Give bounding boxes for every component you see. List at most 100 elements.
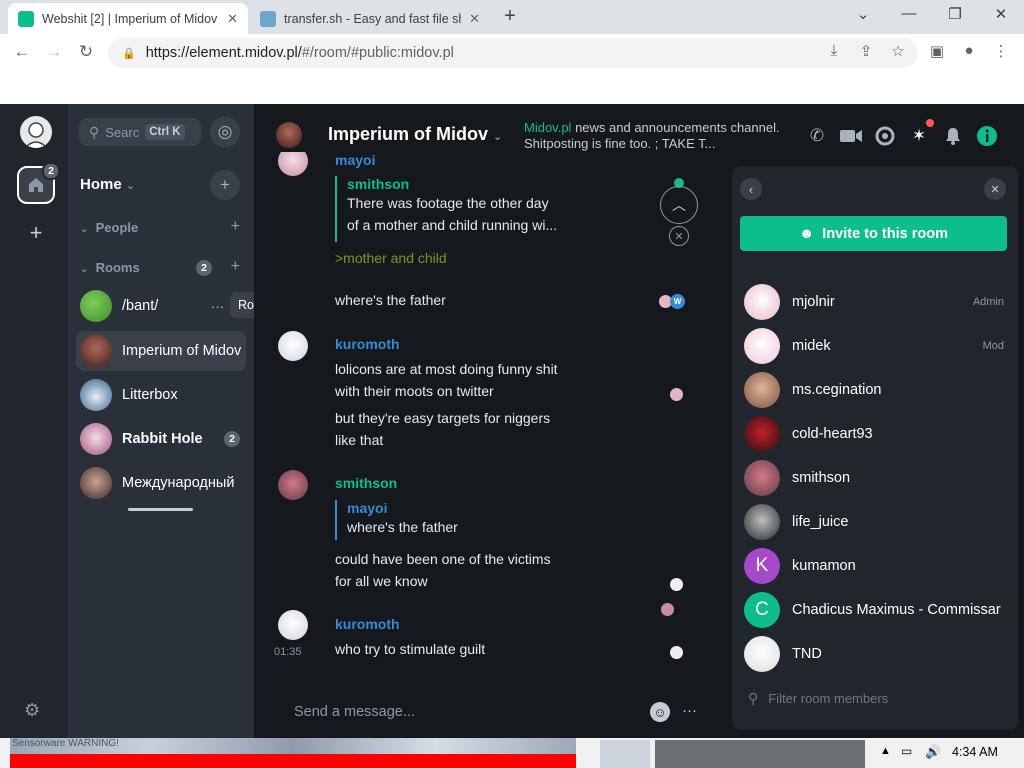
sender-avatar[interactable] xyxy=(278,152,308,176)
sender-avatar[interactable] xyxy=(278,331,308,361)
topic-link[interactable]: Midov.pl xyxy=(524,120,571,135)
threads-icon[interactable]: ✶ xyxy=(907,124,931,148)
sender-name[interactable]: kuromoth xyxy=(335,336,400,352)
install-icon[interactable]: ⤓ xyxy=(823,42,845,59)
member-name: life_juice xyxy=(792,514,849,530)
member-item[interactable]: cold-heart93 xyxy=(744,414,1008,454)
member-list-panel: ‹ ✕ ☻ Invite to this room mjolnir Admin mi… xyxy=(732,166,1018,730)
reload-icon[interactable]: ↻ xyxy=(75,42,97,62)
read-receipt[interactable]: W xyxy=(670,294,685,309)
message-text: where's the father xyxy=(335,292,446,308)
jump-to-first-unread-button[interactable]: ︿ xyxy=(660,186,698,224)
rooms-section[interactable]: ⌄ Rooms xyxy=(80,260,140,275)
read-receipt[interactable] xyxy=(670,388,683,401)
member-item[interactable]: life_juice xyxy=(744,502,1008,542)
add-button[interactable]: + xyxy=(210,170,240,200)
resize-handle[interactable] xyxy=(128,508,193,511)
read-receipt[interactable] xyxy=(670,578,683,591)
member-item[interactable]: midek Mod xyxy=(744,326,1008,366)
tab-search-icon[interactable]: ⌄ xyxy=(852,5,874,23)
search-room-icon[interactable] xyxy=(873,124,897,148)
room-search[interactable]: ⚲ Searc Ctrl K xyxy=(79,118,201,146)
taskbar-browser-app[interactable] xyxy=(655,740,865,768)
sender-name[interactable]: mayoi xyxy=(335,152,375,168)
forward-icon[interactable]: → xyxy=(43,42,65,62)
address-bar[interactable]: 🔒 https://element.midov.pl/#/room/#publi… xyxy=(108,38,918,68)
browser-menu-icon[interactable]: ⋮ xyxy=(990,42,1012,60)
room-header-avatar[interactable] xyxy=(276,122,302,148)
room-title[interactable]: Imperium of Midov ⌄ xyxy=(328,124,502,145)
taskbar-app[interactable] xyxy=(600,740,650,768)
quote-text: There was footage the other day xyxy=(347,195,549,211)
member-item[interactable]: ms.cegination xyxy=(744,370,1008,410)
close-tab-icon[interactable]: ✕ xyxy=(469,11,480,27)
quote-text: where's the father xyxy=(347,519,458,535)
message-input[interactable]: Send a message... xyxy=(294,704,415,720)
room-name: Rabbit Hole xyxy=(122,431,203,447)
voice-call-icon[interactable]: ✆ xyxy=(805,124,829,148)
quote-sender: mayoi xyxy=(347,500,388,516)
video-call-icon[interactable] xyxy=(839,124,863,148)
room-info-icon[interactable] xyxy=(975,124,999,148)
member-avatar: C xyxy=(744,592,780,628)
read-receipt[interactable] xyxy=(670,646,683,659)
member-item[interactable]: mjolnir Admin xyxy=(744,282,1008,322)
sender-avatar[interactable] xyxy=(278,610,308,640)
reply-quote[interactable]: mayoi where's the father xyxy=(335,500,458,540)
room-item-international[interactable]: Международный xyxy=(76,463,246,503)
volume-icon[interactable]: 🔊 xyxy=(925,744,941,760)
sender-name[interactable]: smithson xyxy=(335,475,397,491)
read-receipt[interactable] xyxy=(661,603,674,616)
sender-name[interactable]: kuromoth xyxy=(335,616,400,632)
minimize-icon[interactable]: — xyxy=(898,5,920,22)
people-section[interactable]: ⌄ People xyxy=(80,220,138,235)
room-topic[interactable]: Midov.pl news and announcements channel.… xyxy=(524,120,788,154)
back-chevron-icon[interactable]: ‹ xyxy=(740,178,762,200)
room-item-bant[interactable]: /bant/ ··· xyxy=(76,286,246,326)
create-space-button[interactable]: + xyxy=(26,220,46,246)
message-composer: Send a message... ☺ ··· xyxy=(254,694,732,738)
url-host: https://element.midov.pl/ xyxy=(145,45,302,61)
add-people-button[interactable]: + xyxy=(231,218,240,236)
sensorware-warning-text: Sensorware WARNING! xyxy=(12,738,119,749)
close-tab-icon[interactable]: ✕ xyxy=(227,11,238,27)
message-text: lolicons are at most doing funny shit xyxy=(335,361,558,377)
room-options-icon[interactable]: ··· xyxy=(211,299,224,314)
more-options-icon[interactable]: ··· xyxy=(682,702,697,719)
sender-avatar[interactable] xyxy=(278,470,308,500)
user-avatar[interactable] xyxy=(20,116,52,148)
reply-quote[interactable]: smithson There was footage the other day… xyxy=(335,176,557,242)
restore-icon[interactable]: ❐ xyxy=(944,5,966,23)
member-item[interactable]: smithson xyxy=(744,458,1008,498)
close-window-icon[interactable]: ✕ xyxy=(990,5,1012,23)
network-icon[interactable]: ▭ xyxy=(901,744,912,758)
invite-to-room-button[interactable]: ☻ Invite to this room xyxy=(740,216,1007,251)
room-item-rabbit-hole[interactable]: Rabbit Hole 2 xyxy=(76,419,246,459)
mark-read-close-icon[interactable]: ✕ xyxy=(669,226,689,246)
member-item[interactable]: C Chadicus Maximus - Commissar xyxy=(744,590,1008,630)
share-icon[interactable]: ⇪ xyxy=(855,42,877,60)
new-tab-icon[interactable]: + xyxy=(499,5,521,28)
back-icon[interactable]: ← xyxy=(11,42,33,62)
home-header[interactable]: Home ⌄ xyxy=(80,176,135,193)
tray-arrow-icon[interactable]: ▲ xyxy=(880,745,891,757)
explore-rooms-compass-icon[interactable]: ◎ xyxy=(210,117,240,147)
profile-icon[interactable]: ● xyxy=(958,42,980,59)
add-room-button[interactable]: + xyxy=(231,258,240,276)
member-item[interactable]: TND xyxy=(744,634,1008,674)
browser-tab-transfer[interactable]: transfer.sh - Easy and fast file sharing… xyxy=(250,3,490,34)
member-item[interactable]: Kkumamon xyxy=(744,546,1008,586)
quick-settings-gear-icon[interactable]: ⚙ xyxy=(24,700,40,721)
lock-icon: 🔒 xyxy=(122,47,136,60)
taskbar-clock[interactable]: 4:34 AM xyxy=(952,745,998,759)
room-item-imperium-of-midov[interactable]: Imperium of Midov xyxy=(76,331,246,371)
notifications-bell-icon[interactable] xyxy=(941,124,965,148)
member-name: smithson xyxy=(792,470,851,486)
emoji-icon[interactable]: ☺ xyxy=(650,702,670,722)
room-item-litterbox[interactable]: Litterbox xyxy=(76,375,246,415)
browser-tab-element[interactable]: Webshit [2] | Imperium of Midov ✕ xyxy=(8,3,248,34)
bookmark-star-icon[interactable]: ☆ xyxy=(887,42,909,60)
close-panel-icon[interactable]: ✕ xyxy=(984,178,1006,200)
filter-members-input[interactable]: ⚲ Filter room members xyxy=(748,690,888,707)
side-panel-icon[interactable]: ▣ xyxy=(926,42,948,60)
